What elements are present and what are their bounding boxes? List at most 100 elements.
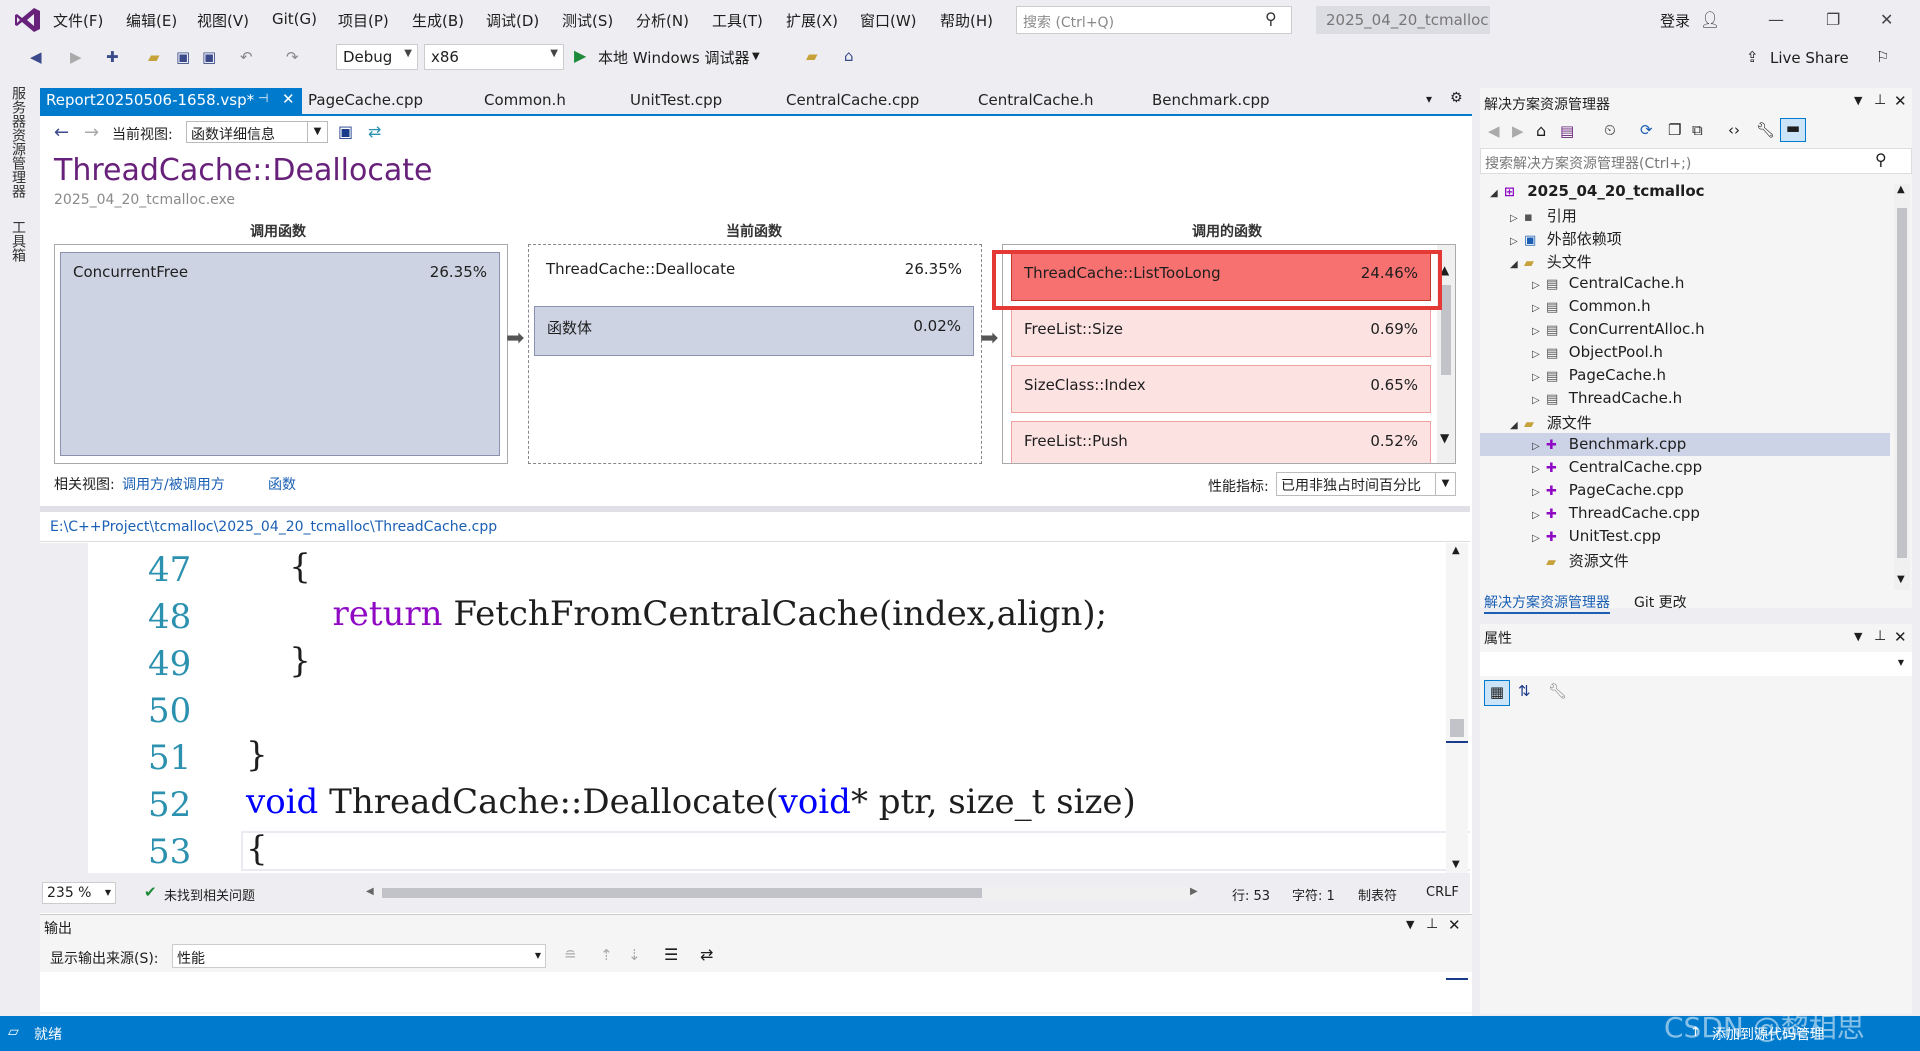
menu-git[interactable]: Git(G)	[272, 10, 317, 28]
open-folder-icon[interactable]: ▰	[148, 48, 160, 66]
metric-select[interactable]: 已用非独占时间百分比 ▼	[1276, 472, 1456, 496]
tree-file[interactable]: ▷ ✚ UnitTest.cpp	[1532, 527, 1661, 545]
menu-view[interactable]: 视图(V)	[197, 10, 249, 31]
menu-help[interactable]: 帮助(H)	[940, 10, 993, 31]
home-icon[interactable]: ⌂	[844, 47, 854, 65]
save-icon[interactable]: ▣	[176, 48, 190, 66]
tree-file[interactable]: ▷ ▤ Common.h	[1532, 297, 1651, 315]
caller-callee-link[interactable]: 调用方/被调用方	[122, 474, 225, 494]
live-share-button[interactable]: Live Share	[1770, 49, 1849, 67]
next-message-icon[interactable]: ⇣	[628, 946, 641, 964]
function-body-box[interactable]: 函数体 0.02%	[534, 306, 974, 356]
tab-common-h[interactable]: Common.h	[478, 88, 572, 114]
switch-view-icon[interactable]: ▤	[1560, 122, 1574, 140]
refresh-icon[interactable]: ⟳	[1640, 121, 1653, 139]
expand-icon[interactable]: ▷	[1532, 510, 1546, 521]
categorized-icon[interactable]: ▦	[1484, 680, 1510, 706]
back-icon[interactable]: ◀	[1488, 122, 1500, 140]
chevron-down-icon[interactable]: ▼	[752, 51, 760, 62]
chevron-up-icon[interactable]: ▲	[1897, 184, 1905, 195]
configuration-select[interactable]: Debug ▼	[336, 44, 418, 70]
menu-tools[interactable]: 工具(T)	[712, 10, 763, 31]
pin-icon[interactable]: ⊥	[1874, 92, 1886, 108]
close-icon[interactable]: ✕	[1894, 628, 1907, 646]
alphabetical-icon[interactable]: ⇅	[1518, 682, 1531, 700]
close-icon[interactable]: ✕	[1880, 10, 1893, 29]
tab-git-changes[interactable]: Git 更改	[1634, 592, 1687, 612]
platform-select[interactable]: x86 ▼	[424, 44, 564, 70]
menu-test[interactable]: 测试(S)	[562, 10, 613, 31]
current-function-box[interactable]: ThreadCache::Deallocate 26.35%	[534, 250, 974, 300]
chevron-left-icon[interactable]: ◀	[366, 886, 374, 897]
editor-vscrollbar[interactable]: ▲ ▼	[1446, 543, 1468, 873]
expand-icon[interactable]: ▷	[1532, 349, 1546, 360]
issues-status[interactable]: 未找到相关问题	[164, 885, 255, 904]
tree-file[interactable]: ▷ ✚ CentralCache.cpp	[1532, 458, 1702, 476]
toolbox-tab[interactable]: 工具箱	[8, 220, 28, 262]
home-icon[interactable]: ⌂	[1536, 121, 1546, 140]
menu-extensions[interactable]: 扩展(X)	[786, 10, 838, 31]
callee-function-box[interactable]: FreeList::Push 0.52%	[1011, 421, 1431, 463]
output-text-area[interactable]	[40, 972, 1472, 1012]
find-message-icon[interactable]: ≘	[564, 946, 577, 964]
expand-icon[interactable]: ▷	[1532, 533, 1546, 544]
tree-resource-folder[interactable]: ▰ 资源文件	[1532, 550, 1629, 571]
tab-indicator[interactable]: 制表符	[1358, 885, 1397, 904]
expand-icon[interactable]: ▷	[1510, 213, 1524, 224]
forward-icon[interactable]: →	[84, 122, 99, 143]
tab-report[interactable]: Report20250506-1658.vsp* ⊣ ✕	[40, 88, 302, 114]
tree-file-selected[interactable]: ▷ ✚ Benchmark.cpp	[1532, 435, 1686, 453]
undo-icon[interactable]: ↶	[240, 48, 253, 66]
menu-analyze[interactable]: 分析(N)	[636, 10, 689, 31]
close-icon[interactable]: ✕	[282, 90, 295, 108]
menu-file[interactable]: 文件(F)	[53, 10, 103, 31]
tree-file[interactable]: ▷ ✚ PageCache.cpp	[1532, 481, 1684, 499]
tree-references[interactable]: ▷ ▪ 引用	[1510, 205, 1577, 226]
gear-icon[interactable]: ⚙	[1450, 90, 1463, 106]
collapse-all-icon[interactable]: ❐	[1668, 121, 1681, 139]
char-indicator[interactable]: 字符: 1	[1292, 885, 1335, 904]
output-source-select[interactable]: 性能 ▼	[172, 944, 546, 968]
expand-icon[interactable]: ▷	[1532, 395, 1546, 406]
chevron-down-icon[interactable]: ▼	[1452, 859, 1460, 870]
pending-changes-icon[interactable]: ⏲	[1604, 121, 1616, 139]
eol-indicator[interactable]: CRLF	[1426, 885, 1459, 900]
back-icon[interactable]: ←	[54, 122, 69, 143]
expand-icon[interactable]: ▷	[1510, 236, 1524, 247]
chevron-down-icon[interactable]: ▼	[1406, 918, 1414, 931]
callee-function-box[interactable]: SizeClass::Index 0.65%	[1011, 365, 1431, 413]
menu-window[interactable]: 窗口(W)	[860, 10, 917, 31]
user-icon[interactable]: 👤︎	[1700, 10, 1720, 29]
collapse-icon[interactable]: ◢	[1510, 420, 1524, 431]
save-icon[interactable]: ▣	[338, 122, 353, 141]
splitter[interactable]	[40, 506, 1470, 512]
debugger-button[interactable]: 本地 Windows 调试器	[598, 47, 750, 68]
word-wrap-icon[interactable]: ⇄	[700, 945, 713, 964]
pin-icon[interactable]: ⊣	[258, 91, 268, 105]
restore-icon[interactable]: ❐	[1826, 10, 1840, 29]
tab-centralcache-h[interactable]: CentralCache.h	[972, 88, 1100, 114]
expand-icon[interactable]: ▷	[1532, 303, 1546, 314]
tab-unittest-cpp[interactable]: UnitTest.cpp	[624, 88, 728, 114]
solution-scrollbar[interactable]: ▲ ▼	[1894, 184, 1910, 590]
zoom-select[interactable]: 235 % ▼	[42, 882, 116, 904]
wrench-icon[interactable]: 🔧︎	[1548, 682, 1567, 700]
back-icon[interactable]: ◀	[30, 48, 42, 66]
login-link[interactable]: 登录	[1660, 10, 1690, 31]
expand-icon[interactable]: ▷	[1532, 441, 1546, 452]
scroll-thumb[interactable]	[1450, 719, 1464, 737]
menu-project[interactable]: 项目(P)	[338, 10, 389, 31]
menu-debug[interactable]: 调试(D)	[486, 10, 539, 31]
collapse-icon[interactable]: ◢	[1510, 259, 1524, 270]
tab-centralcache-cpp[interactable]: CentralCache.cpp	[780, 88, 925, 114]
tree-file[interactable]: ▷ ✚ ThreadCache.cpp	[1532, 504, 1700, 522]
chevron-down-icon[interactable]: ▼	[1897, 574, 1905, 585]
chevron-down-icon[interactable]: ▼	[1854, 94, 1862, 107]
forward-icon[interactable]: ▶	[70, 48, 82, 66]
wrench-icon[interactable]: 🔧︎	[1756, 121, 1775, 139]
code-editor[interactable]	[40, 543, 1470, 873]
tree-file[interactable]: ▷ ▤ PageCache.h	[1532, 366, 1666, 384]
close-icon[interactable]: ✕	[1894, 92, 1907, 110]
scroll-thumb[interactable]	[1441, 285, 1451, 375]
properties-object-select[interactable]: ▼	[1480, 652, 1912, 676]
